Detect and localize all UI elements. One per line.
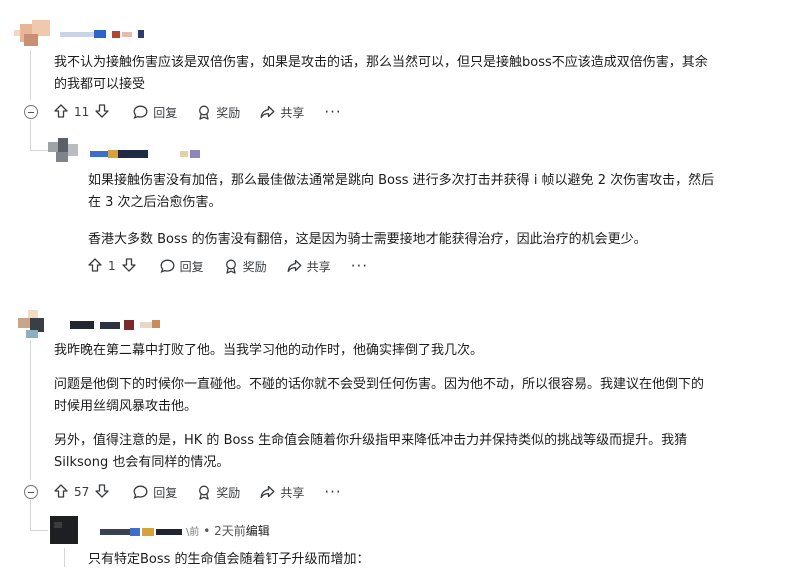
thread-line — [30, 500, 31, 530]
award-label: 奖励 — [216, 105, 241, 120]
avatar[interactable] — [48, 136, 82, 164]
thread-line — [30, 340, 31, 480]
thread-connector — [30, 150, 48, 151]
comment-icon — [133, 105, 148, 119]
award-button[interactable]: 奖励 — [197, 484, 240, 501]
collapse-thread-button[interactable] — [24, 485, 38, 499]
reply-button[interactable]: 回复 — [133, 484, 177, 501]
comment-paragraph-3-line-1: 另外，值得注意的是，HK 的 Boss 生命值会随着你升级指甲来降低冲击力并保持… — [54, 433, 688, 448]
comment-paragraph-2-line-1: 问题是他倒下的时候你一直碰他。不碰的话你就不会受到任何伤害。因为他不动，所以很容… — [54, 377, 705, 392]
comment-icon — [133, 485, 148, 499]
more-options-icon[interactable]: ··· — [324, 103, 341, 121]
edited-label: 编辑 — [245, 524, 270, 538]
upvote-icon[interactable] — [54, 103, 68, 121]
reply-body: 只有特定Boss 的生命值会随着钉子升级而增加： — [88, 552, 370, 567]
username[interactable] — [90, 150, 202, 158]
reply-line-1: 如果接触伤害没有加倍，那么最佳做法通常是跳向 Boss 进行多次打击并获得 i … — [88, 173, 715, 188]
reply-button[interactable]: 回复 — [160, 258, 204, 275]
comment-actions: 57 回复 奖励 共享 ··· — [54, 480, 342, 504]
meta-prefix: \前 — [186, 527, 200, 538]
share-label: 共享 — [280, 485, 305, 500]
reply-label: 回复 — [153, 485, 178, 500]
upvote-icon[interactable] — [54, 483, 68, 501]
more-options-icon[interactable]: ··· — [351, 257, 368, 275]
award-icon — [199, 485, 210, 500]
reply-label: 回复 — [179, 259, 204, 274]
vote-count: 1 — [108, 259, 116, 273]
share-button[interactable]: 共享 — [287, 258, 331, 275]
avatar[interactable] — [48, 514, 82, 546]
collapse-thread-button[interactable] — [24, 105, 38, 119]
downvote-icon[interactable] — [121, 257, 136, 275]
comment-paragraph-2-line-2: 时候用丝绸风暴攻击他。 — [54, 399, 198, 414]
username[interactable] — [100, 528, 184, 536]
comment-paragraph-3-line-2: Silksong 也会有同样的情况。 — [54, 455, 230, 470]
reply-label: 回复 — [153, 105, 178, 120]
upvote-icon[interactable] — [88, 257, 102, 275]
username[interactable] — [70, 320, 160, 330]
award-icon — [225, 259, 236, 274]
award-button[interactable]: 奖励 — [224, 258, 267, 275]
reply-meta: \前 • 2天前编辑 — [186, 522, 270, 539]
comment-body: 我不认为接触伤害应该是双倍伤害，如果是攻击的话，那么当然可以，但只是接触boss… — [54, 52, 774, 96]
thread-line — [64, 548, 65, 567]
share-label: 共享 — [280, 105, 305, 120]
share-label: 共享 — [306, 259, 331, 274]
share-icon — [260, 105, 275, 119]
more-options-icon[interactable]: ··· — [324, 483, 341, 501]
award-button[interactable]: 奖励 — [197, 104, 240, 121]
reply-button[interactable]: 回复 — [133, 104, 177, 121]
share-button[interactable]: 共享 — [260, 484, 304, 501]
comment-line-1: 我不认为接触伤害应该是双倍伤害，如果是攻击的话，那么当然可以，但只是接触boss… — [54, 55, 708, 70]
comment-actions: 11 回复 奖励 共享 ··· — [54, 100, 342, 124]
share-button[interactable]: 共享 — [260, 104, 304, 121]
comment-icon — [160, 259, 175, 273]
thread-line — [30, 120, 31, 150]
reply-paragraph-2: 香港大多数 Boss 的伤害没有翻倍，这是因为骑士需要接地才能获得治疗，因此治疗… — [88, 232, 647, 247]
thread-connector — [30, 530, 48, 531]
comment-line-2: 的我都可以接受 — [54, 77, 146, 92]
award-label: 奖励 — [242, 259, 267, 274]
avatar[interactable] — [18, 310, 50, 338]
reply-line-2: 在 3 次之后治愈伤害。 — [88, 195, 222, 210]
timestamp: • 2天前 — [203, 524, 246, 538]
thread-line — [30, 50, 31, 100]
share-icon — [260, 485, 275, 499]
comment-body: 我昨晚在第二幕中打败了他。当我学习他的动作时，他确实摔倒了我几次。 问题是他倒下… — [54, 340, 774, 474]
downvote-icon[interactable] — [95, 103, 109, 121]
downvote-icon[interactable] — [95, 483, 109, 501]
award-label: 奖励 — [216, 485, 241, 500]
share-icon — [287, 259, 302, 273]
reply-actions: 1 回复 奖励 共享 ··· — [88, 254, 368, 278]
vote-count: 57 — [74, 485, 90, 499]
username[interactable] — [60, 30, 144, 38]
vote-count: 11 — [74, 105, 90, 119]
avatar[interactable] — [14, 20, 50, 46]
reply-body: 如果接触伤害没有加倍，那么最佳做法通常是跳向 Boss 进行多次打击并获得 i … — [88, 170, 778, 251]
comment-paragraph-1: 我昨晚在第二幕中打败了他。当我学习他的动作时，他确实摔倒了我几次。 — [54, 343, 484, 358]
award-icon — [199, 105, 210, 120]
